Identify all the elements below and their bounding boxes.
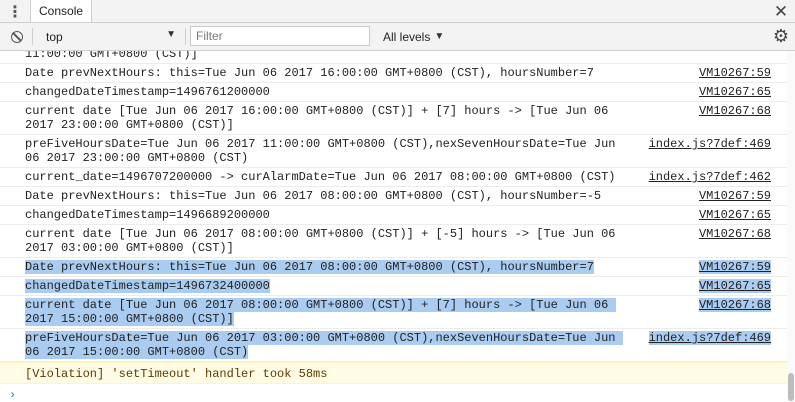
- console-message: Date prevNextHours: this=Tue Jun 06 2017…: [0, 258, 787, 277]
- toolbar-divider: [32, 28, 33, 45]
- message-text: preFiveHoursDate=Tue Jun 06 2017 03:00:0…: [25, 331, 625, 359]
- chevron-down-icon: ▼: [166, 29, 176, 40]
- message-text: current_date=1496707200000 -> curAlarmDa…: [25, 170, 625, 184]
- source-link[interactable]: VM10267:68: [699, 227, 771, 241]
- source-link[interactable]: VM10267:59: [699, 66, 771, 80]
- context-value: top: [46, 29, 63, 44]
- message-text: changedDateTimestamp=1496761200000: [25, 85, 625, 99]
- console-message: current date [Tue Jun 06 2017 08:00:00 G…: [0, 296, 787, 329]
- message-text: 11:00:00 GMT+0800 (CST)]: [25, 51, 625, 61]
- console-messages[interactable]: 11:00:00 GMT+0800 (CST)] Date prevNextHou…: [0, 51, 787, 402]
- more-options-icon[interactable]: ⋮: [0, 0, 30, 23]
- message-text-content: current date [Tue Jun 06 2017 16:00:00 G…: [25, 104, 616, 132]
- tab-console[interactable]: Console: [30, 0, 93, 22]
- message-text: Date prevNextHours: this=Tue Jun 06 2017…: [25, 189, 625, 203]
- console-message: changedDateTimestamp=1496732400000 VM1026…: [0, 277, 787, 296]
- tab-bar: ⋮ Console ✕: [0, 0, 795, 23]
- message-container: 11:00:00 GMT+0800 (CST)] Date prevNextHou…: [0, 51, 787, 362]
- source-link[interactable]: VM10267:65: [698, 279, 771, 293]
- message-text: Date prevNextHours: this=Tue Jun 06 2017…: [25, 66, 625, 80]
- message-text: preFiveHoursDate=Tue Jun 06 2017 11:00:0…: [25, 137, 625, 165]
- message-text-content: Date prevNextHours: this=Tue Jun 06 2017…: [25, 260, 594, 274]
- message-text-content: current date [Tue Jun 06 2017 08:00:00 G…: [25, 227, 623, 255]
- gear-icon[interactable]: ⚙: [771, 26, 791, 46]
- prompt-chevron-icon: ›: [9, 388, 17, 402]
- source-link[interactable]: VM10267:59: [699, 189, 771, 203]
- message-text: current date [Tue Jun 06 2017 08:00:00 G…: [25, 227, 625, 255]
- message-text-content: changedDateTimestamp=1496689200000: [25, 208, 270, 222]
- console-message: preFiveHoursDate=Tue Jun 06 2017 03:00:0…: [0, 329, 787, 362]
- source-link[interactable]: VM10267:65: [699, 85, 771, 99]
- source-link[interactable]: VM10267:68: [699, 104, 771, 118]
- message-text-content: preFiveHoursDate=Tue Jun 06 2017 11:00:0…: [25, 137, 623, 165]
- console-message: 11:00:00 GMT+0800 (CST)]: [0, 51, 787, 64]
- source-link[interactable]: index.js?7def:469: [649, 137, 771, 151]
- clear-console-icon[interactable]: [11, 31, 23, 43]
- message-text-content: changedDateTimestamp=1496732400000: [25, 279, 270, 293]
- log-levels-label: All levels: [383, 29, 431, 44]
- message-text-content: Date prevNextHours: this=Tue Jun 06 2017…: [25, 66, 594, 80]
- console-message: current date [Tue Jun 06 2017 16:00:00 G…: [0, 102, 787, 135]
- message-text-content: current_date=1496707200000 -> curAlarmDa…: [25, 170, 616, 184]
- console-message: current date [Tue Jun 06 2017 08:00:00 G…: [0, 225, 787, 258]
- message-text-content: changedDateTimestamp=1496761200000: [25, 85, 270, 99]
- scrollbar[interactable]: [787, 51, 795, 402]
- log-levels-dropdown[interactable]: All levels ▼: [383, 27, 444, 46]
- message-text: Date prevNextHours: this=Tue Jun 06 2017…: [25, 260, 625, 274]
- message-text: current date [Tue Jun 06 2017 16:00:00 G…: [25, 104, 625, 132]
- console-message: preFiveHoursDate=Tue Jun 06 2017 11:00:0…: [0, 135, 787, 168]
- source-link[interactable]: VM10267:65: [699, 208, 771, 222]
- console-message-list: 11:00:00 GMT+0800 (CST)] Date prevNextHou…: [0, 51, 787, 402]
- message-text-content: Date prevNextHours: this=Tue Jun 06 2017…: [25, 189, 602, 203]
- console-message: current_date=1496707200000 -> curAlarmDa…: [0, 168, 787, 187]
- scrollbar-thumb[interactable]: [788, 373, 794, 401]
- message-text-content: preFiveHoursDate=Tue Jun 06 2017 03:00:0…: [25, 331, 623, 359]
- close-icon[interactable]: ✕: [771, 0, 791, 23]
- console-message: Date prevNextHours: this=Tue Jun 06 2017…: [0, 187, 787, 206]
- console-toolbar: top ▼ All levels ▼: [0, 23, 795, 51]
- message-text: changedDateTimestamp=1496732400000: [25, 279, 625, 293]
- violation-text: [Violation] 'setTimeout' handler took 58…: [25, 367, 328, 381]
- toolbar-divider: [185, 28, 186, 45]
- console-message: changedDateTimestamp=1496761200000 VM1026…: [0, 83, 787, 102]
- console-message: changedDateTimestamp=1496689200000 VM1026…: [0, 206, 787, 225]
- console-prompt[interactable]: ›: [0, 384, 787, 402]
- console-message: Date prevNextHours: this=Tue Jun 06 2017…: [0, 64, 787, 83]
- source-link[interactable]: index.js?7def:469: [648, 331, 771, 345]
- message-text: changedDateTimestamp=1496689200000: [25, 208, 625, 222]
- message-text: current date [Tue Jun 06 2017 08:00:00 G…: [25, 298, 625, 326]
- source-link[interactable]: VM10267:59: [698, 260, 771, 274]
- chevron-down-icon: ▼: [434, 31, 445, 42]
- source-link[interactable]: VM10267:68: [698, 298, 771, 312]
- violation-warning: [Violation] 'setTimeout' handler took 58…: [0, 362, 787, 384]
- context-selector[interactable]: top ▼: [38, 27, 180, 46]
- message-text-content: 11:00:00 GMT+0800 (CST)]: [25, 51, 198, 61]
- source-link[interactable]: index.js?7def:462: [649, 170, 771, 184]
- message-text-content: current date [Tue Jun 06 2017 08:00:00 G…: [25, 298, 616, 326]
- filter-input[interactable]: [190, 26, 370, 46]
